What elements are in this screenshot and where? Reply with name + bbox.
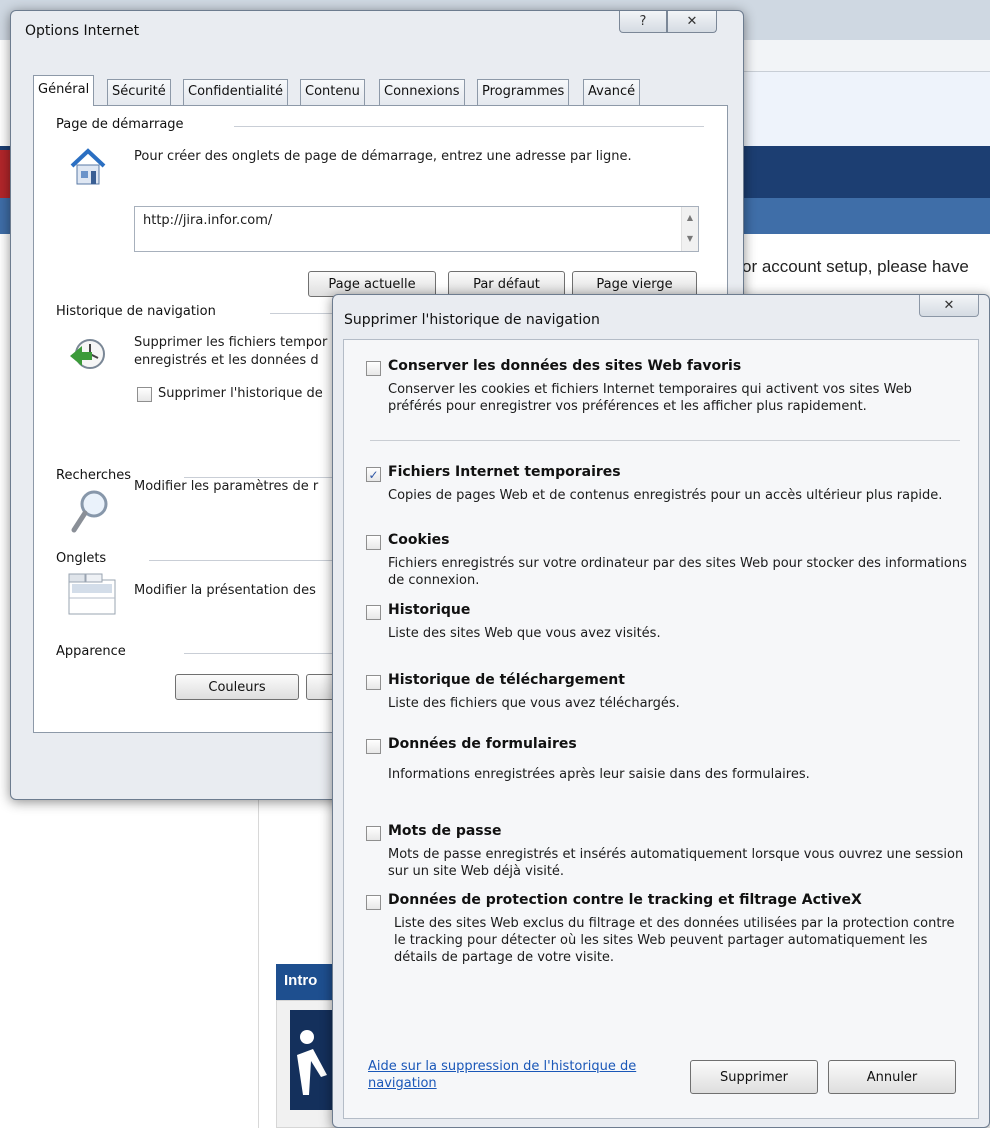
keep-favorites-description: Conserver les cookies et fichiers Intern…: [388, 382, 912, 414]
passwords-description: Mots de passe enregistrés et insérés aut…: [388, 847, 964, 879]
page-partial-text: or account setup, please have: [742, 257, 969, 276]
temp-files-description: Copies de pages Web et de contenus enreg…: [388, 488, 943, 503]
tab-contenu[interactable]: Contenu: [300, 79, 365, 105]
tab-general[interactable]: Général: [33, 75, 95, 106]
tracking-protection-description: Liste des sites Web exclus du filtrage e…: [394, 916, 955, 965]
close-button[interactable]: ✕: [667, 11, 717, 33]
page-logo-icon: [290, 1010, 335, 1110]
tab-confidentialite[interactable]: Confidentialité: [183, 79, 288, 105]
appearance-heading: Apparence: [56, 644, 126, 659]
browser-page-band: [740, 72, 990, 146]
appearance-divider: [184, 653, 334, 654]
delete-history-on-exit-label: Supprimer l'historique de: [158, 386, 323, 401]
cancel-button[interactable]: Annuler: [828, 1060, 956, 1094]
history-title: Historique: [388, 602, 471, 618]
delete-history-help-link[interactable]: Aide sur la suppression de l'historique …: [368, 1058, 648, 1092]
delete-dialog-close-button[interactable]: ✕: [919, 295, 979, 317]
cookies-checkbox[interactable]: [366, 535, 381, 550]
delete-history-on-exit-checkbox[interactable]: [137, 387, 152, 402]
tab-programmes[interactable]: Programmes: [477, 79, 570, 105]
textarea-scrollbar[interactable]: ▲ ▼: [681, 207, 698, 251]
form-data-description: Informations enregistrées après leur sai…: [388, 767, 810, 782]
history-checkbox[interactable]: [366, 605, 381, 620]
startup-description: Pour créer des onglets de page de démarr…: [134, 149, 632, 164]
tabs-window-icon: [68, 572, 118, 622]
startup-url-value: http://jira.infor.com/: [143, 213, 273, 228]
passwords-title: Mots de passe: [388, 823, 502, 839]
keep-favorites-title: Conserver les données des sites Web favo…: [388, 358, 742, 374]
passwords-checkbox[interactable]: [366, 826, 381, 841]
checkmark-icon: ✓: [368, 467, 379, 482]
clock-arrow-icon: [68, 334, 108, 378]
help-icon: ?: [639, 14, 647, 29]
delete-button[interactable]: Supprimer: [690, 1060, 818, 1094]
close-icon: ✕: [686, 14, 698, 29]
colors-button[interactable]: Couleurs: [175, 674, 299, 700]
download-history-checkbox[interactable]: [366, 675, 381, 690]
tabs-description: Modifier la présentation des: [134, 583, 316, 598]
tabs-divider: [149, 560, 334, 561]
temp-files-checkbox[interactable]: ✓: [366, 467, 381, 482]
startup-url-textarea[interactable]: http://jira.infor.com/ ▲ ▼: [134, 206, 699, 252]
magnifier-icon: [70, 488, 110, 538]
tab-connexions[interactable]: Connexions: [379, 79, 465, 105]
tab-avance[interactable]: Avancé: [583, 79, 641, 105]
startup-divider: [234, 126, 704, 127]
form-data-checkbox[interactable]: [366, 739, 381, 754]
history-description: Liste des sites Web que vous avez visité…: [388, 626, 661, 641]
page-red-marker: [0, 150, 10, 198]
close-icon: ✕: [943, 298, 955, 313]
cookies-title: Cookies: [388, 532, 450, 548]
browser-menu-bar: [740, 40, 990, 72]
tracking-protection-checkbox[interactable]: [366, 895, 381, 910]
house-icon: [68, 146, 108, 192]
search-heading: Recherches: [56, 468, 132, 483]
history-heading: Historique de navigation: [56, 304, 216, 319]
search-description: Modifier les paramètres de r: [134, 479, 319, 494]
delete-options-divider: [370, 440, 960, 441]
history-description-1: Supprimer les fichiers tempor: [134, 335, 328, 350]
cookies-description: Fichiers enregistrés sur votre ordinateu…: [388, 556, 967, 588]
tracking-protection-title: Données de protection contre le tracking…: [388, 892, 862, 908]
history-description-2: enregistrés et les données d: [134, 353, 319, 368]
temp-files-title: Fichiers Internet temporaires: [388, 464, 621, 480]
form-data-title: Données de formulaires: [388, 736, 577, 752]
download-history-description: Liste des fichiers que vous avez télécha…: [388, 696, 680, 711]
download-history-title: Historique de téléchargement: [388, 672, 625, 688]
startup-heading: Page de démarrage: [56, 117, 184, 132]
keep-favorites-checkbox[interactable]: [366, 361, 381, 376]
delete-dialog-title: Supprimer l'historique de navigation: [344, 312, 600, 328]
tab-securite[interactable]: Sécurité: [107, 79, 171, 105]
delete-history-dialog: Supprimer l'historique de navigation ✕ C…: [332, 294, 990, 1128]
help-button[interactable]: ?: [619, 11, 667, 33]
tabs-heading: Onglets: [56, 551, 107, 566]
delete-options-panel: Conserver les données des sites Web favo…: [343, 339, 979, 1119]
dialog-title: Options Internet: [25, 23, 140, 39]
